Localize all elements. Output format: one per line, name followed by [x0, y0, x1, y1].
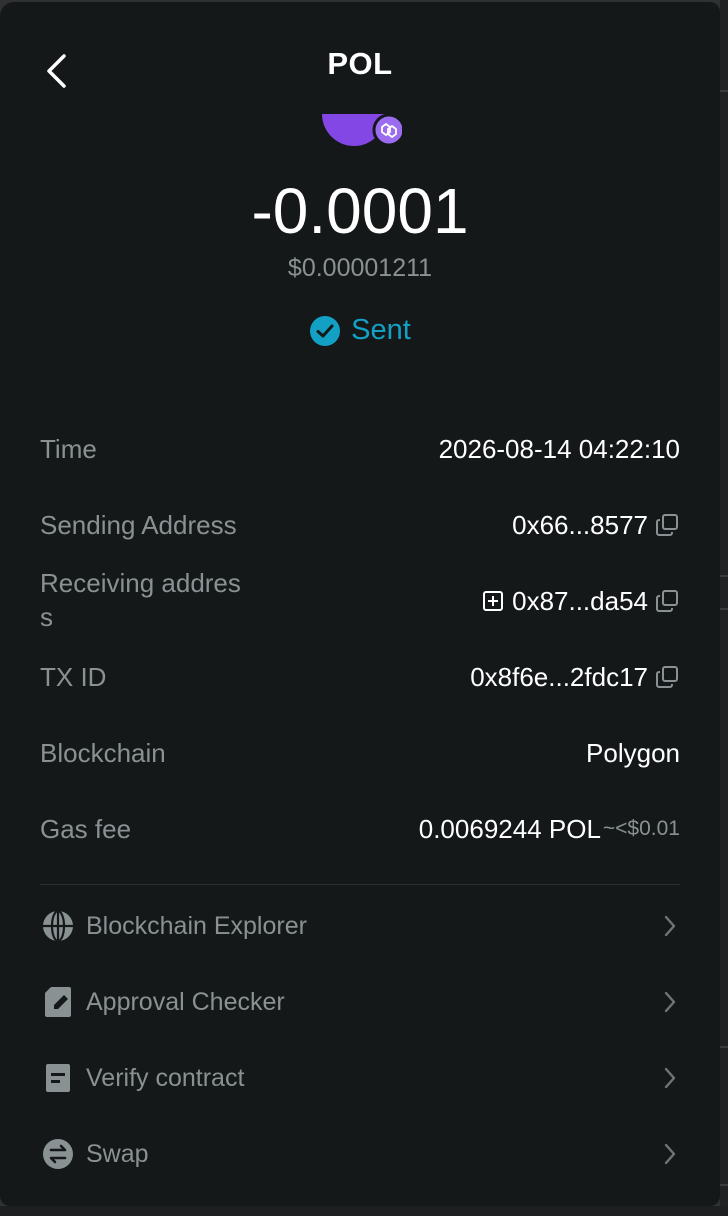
- blockchain-value: Polygon: [586, 738, 680, 768]
- approval-checker-label: Approval Checker: [86, 987, 285, 1016]
- gas-fee-row: Gas fee 0.0069244 POL ~<$0.01: [40, 812, 680, 846]
- verify-contract-link[interactable]: Verify contract: [40, 1050, 680, 1106]
- status-badge: Sent: [0, 314, 720, 347]
- chevron-right-icon: [660, 1064, 680, 1092]
- sending-address: 0x66...8577: [512, 508, 680, 542]
- chevron-right-icon: [660, 988, 680, 1016]
- copy-icon: [656, 514, 678, 536]
- section-divider: [40, 884, 680, 885]
- time-value: 2026-08-14 04:22:10: [438, 434, 680, 464]
- edge-divider: [720, 1184, 728, 1186]
- add-box-icon: [483, 591, 504, 611]
- copy-txid-button[interactable]: [654, 664, 680, 690]
- receiving-label-line1: Receiving addres: [40, 568, 241, 598]
- edge-divider: [720, 608, 728, 610]
- txid-value: 0x8f6e...2fdc17: [470, 662, 648, 692]
- status-text: Sent: [351, 314, 411, 346]
- copy-receiving-address-button[interactable]: [654, 588, 680, 614]
- copy-icon: [656, 666, 678, 688]
- sending-address-label: Sending Address: [40, 510, 237, 540]
- swap-label: Swap: [86, 1139, 149, 1168]
- gas-fee-value: 0.0069244 POL: [418, 814, 601, 844]
- edit-document-icon: [40, 984, 76, 1020]
- contract-document-icon: [40, 1060, 76, 1096]
- txid-row: TX ID 0x8f6e...2fdc17: [40, 660, 680, 694]
- blockchain-row: Blockchain Polygon: [40, 736, 680, 770]
- edge-divider: [720, 575, 728, 577]
- blockchain-explorer-label: Blockchain Explorer: [86, 911, 307, 940]
- blockchain-explorer-link[interactable]: Blockchain Explorer: [40, 898, 680, 954]
- window-bottom-edge: [0, 1206, 728, 1216]
- receiving-address: 0x87...da54: [480, 584, 680, 618]
- receiving-address-row: Receiving addres s 0x87...da54: [40, 566, 680, 634]
- time-label: Time: [40, 434, 97, 464]
- transaction-amount: -0.0001: [251, 175, 469, 247]
- approval-checker-link[interactable]: Approval Checker: [40, 974, 680, 1030]
- sending-address-row: Sending Address 0x66...8577: [40, 508, 680, 542]
- copy-sending-address-button[interactable]: [654, 512, 680, 538]
- swap-link[interactable]: Swap: [40, 1126, 680, 1182]
- edge-divider: [720, 1046, 728, 1048]
- gas-fee: 0.0069244 POL ~<$0.01: [419, 812, 680, 846]
- chevron-right-icon: [660, 1140, 680, 1168]
- transaction-detail-panel: POL -0.0001 $0.00001211 Sent Time 2026-0…: [0, 2, 720, 1206]
- txid: 0x8f6e...2fdc17: [470, 660, 680, 694]
- chevron-right-icon: [660, 912, 680, 940]
- copy-icon: [656, 590, 678, 612]
- check-circle-icon: [310, 315, 341, 346]
- receiving-label-line2: s: [40, 602, 53, 632]
- sending-address-value: 0x66...8577: [512, 510, 648, 540]
- gas-fee-label: Gas fee: [40, 814, 132, 844]
- edge-divider: [720, 90, 728, 92]
- page-title: POL: [327, 46, 393, 81]
- add-contact-button[interactable]: [480, 588, 506, 614]
- txid-label: TX ID: [40, 662, 107, 692]
- verify-contract-label: Verify contract: [86, 1063, 245, 1092]
- gas-fee-fiat: ~<$0.01: [602, 817, 680, 840]
- fiat-value: $0.00001211: [287, 254, 433, 282]
- app-window: POL -0.0001 $0.00001211 Sent Time 2026-0…: [0, 0, 728, 1216]
- polygon-token-icon: [322, 113, 402, 146]
- swap-icon: [40, 1136, 76, 1172]
- time-row: Time 2026-08-14 04:22:10: [40, 432, 680, 466]
- receiving-address-label: Receiving addres s: [40, 566, 241, 634]
- globe-icon: [40, 908, 76, 944]
- blockchain-label: Blockchain: [40, 738, 166, 768]
- receiving-address-value: 0x87...da54: [512, 586, 648, 616]
